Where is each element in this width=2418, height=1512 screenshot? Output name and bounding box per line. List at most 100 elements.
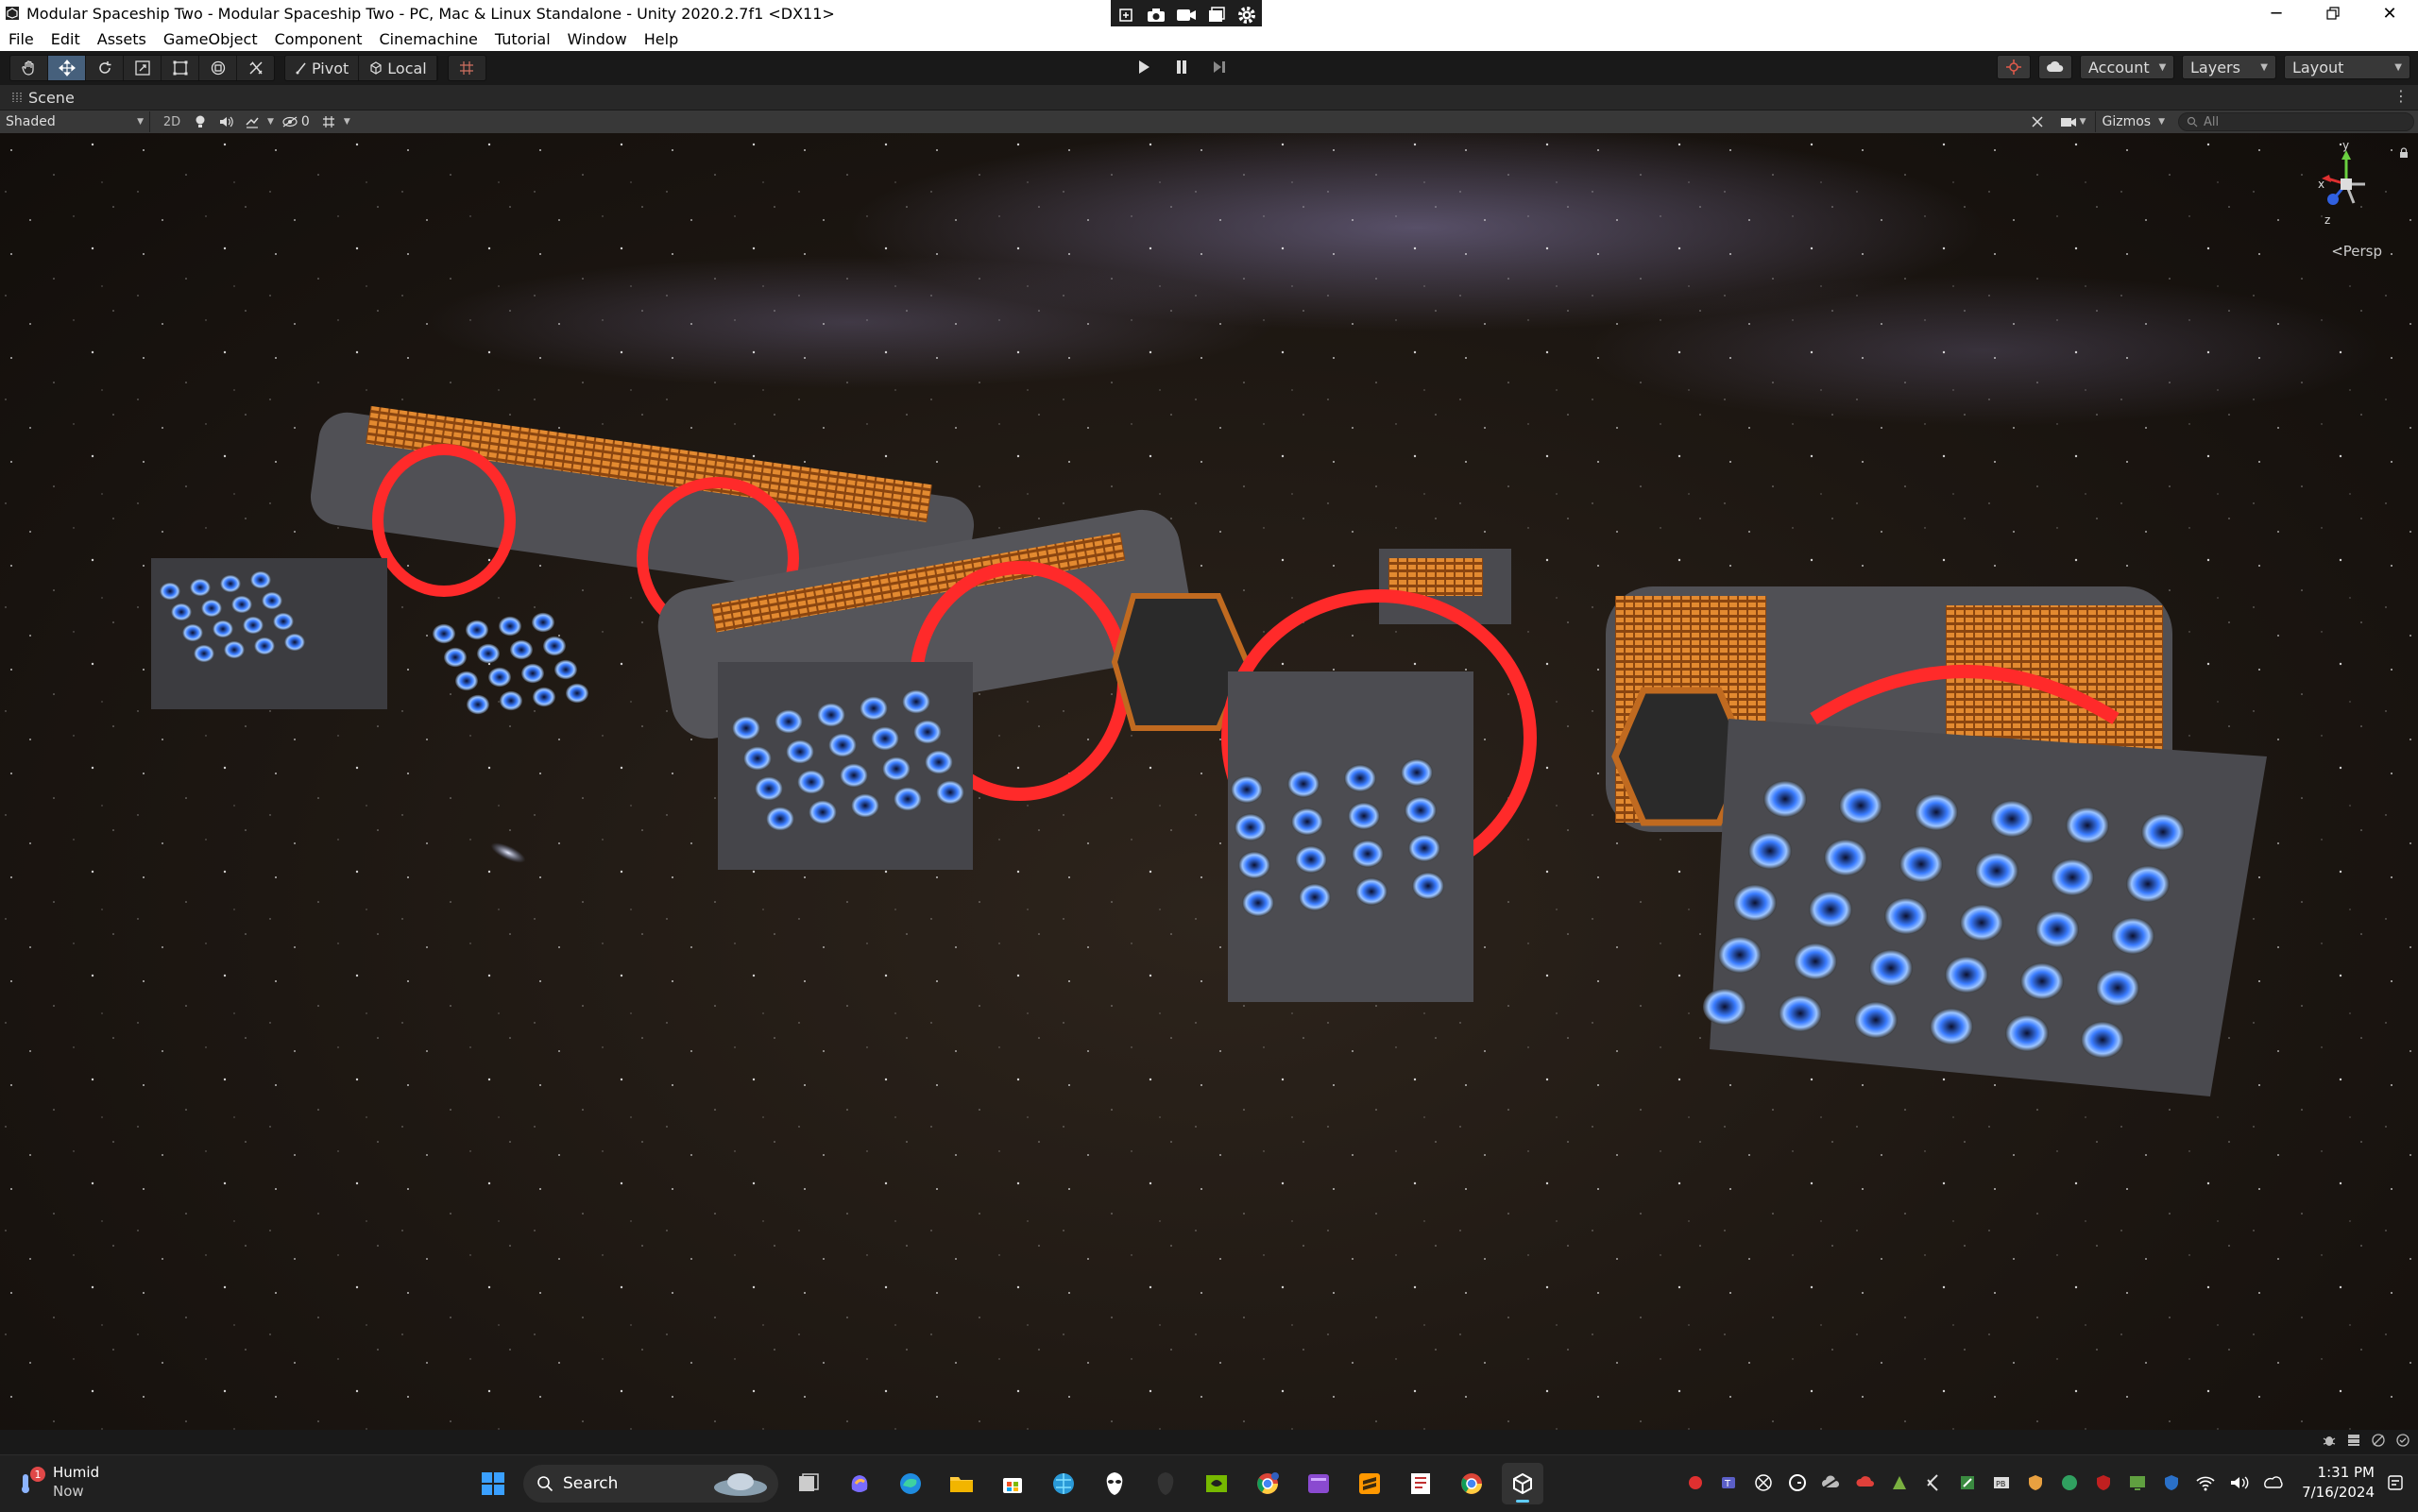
bug-icon[interactable] (2322, 1433, 2337, 1452)
thruster-nozzle (532, 612, 554, 633)
progress-check-icon[interactable] (2395, 1433, 2410, 1452)
rotate-tool-icon[interactable] (86, 56, 124, 80)
pivot-toggle[interactable]: Pivot (285, 56, 360, 80)
copilot-icon[interactable] (839, 1463, 880, 1504)
chevron-down-icon[interactable]: ▼ (342, 111, 352, 132)
snipping-icon[interactable] (1400, 1463, 1441, 1504)
vscode-icon[interactable] (1920, 1470, 1947, 1496)
maximize-icon[interactable] (2305, 0, 2361, 26)
menu-edit[interactable]: Edit (43, 30, 89, 48)
play-button[interactable] (1126, 55, 1162, 79)
audio-toggle-icon[interactable] (213, 111, 239, 132)
step-button[interactable] (1201, 55, 1237, 79)
notifications-icon[interactable] (2382, 1470, 2409, 1496)
scene-viewport[interactable]: y x z <Persp (0, 133, 2418, 1430)
account-dropdown[interactable]: Account ▼ (2080, 55, 2174, 79)
shading-mode-dropdown[interactable]: Shaded ▼ (0, 111, 150, 132)
orientation-gizmo[interactable]: y x z (2308, 139, 2384, 233)
hidden-objects-toggle[interactable]: 0 (276, 111, 315, 132)
nvidia-tray-icon[interactable]: PB (1988, 1470, 2015, 1496)
grid-snap-icon[interactable] (449, 56, 485, 80)
volume-icon[interactable] (2226, 1470, 2253, 1496)
hand-tool-icon[interactable] (10, 56, 48, 80)
teams-icon[interactable]: T (1716, 1470, 1743, 1496)
menu-tutorial[interactable]: Tutorial (486, 30, 559, 48)
display-icon[interactable] (2124, 1470, 2151, 1496)
grammarly-icon[interactable] (1784, 1470, 1811, 1496)
unity-icon[interactable] (1502, 1463, 1543, 1504)
grid-visibility-icon[interactable] (315, 111, 342, 132)
settings-icon[interactable] (1234, 2, 1260, 28)
gizmos-dropdown[interactable]: Gizmos ▼ (2095, 111, 2171, 132)
tab-scene[interactable]: Scene (0, 89, 75, 107)
scale-tool-icon[interactable] (124, 56, 162, 80)
defender-icon[interactable] (2158, 1470, 2185, 1496)
window-capture-icon[interactable] (1203, 2, 1230, 28)
camera-settings-icon[interactable]: ▼ (2054, 111, 2092, 132)
edge-icon[interactable] (890, 1463, 931, 1504)
creative-cloud-icon[interactable] (1852, 1470, 1879, 1496)
clock[interactable]: 1:31 PM 7/16/2024 (2302, 1463, 2375, 1503)
nvidia-icon[interactable] (1196, 1463, 1237, 1504)
os-taskbar: 1 Humid Now Search T PB 1:31 PM 7/16/202… (0, 1454, 2418, 1512)
browser-icon[interactable] (1043, 1463, 1084, 1504)
video-editor-icon[interactable] (1298, 1463, 1339, 1504)
2d-toggle[interactable]: 2D (156, 111, 188, 132)
xbox-icon[interactable] (1750, 1470, 1777, 1496)
move-tool-icon[interactable] (48, 56, 86, 80)
pause-button[interactable] (1164, 55, 1200, 79)
globe-icon[interactable] (2056, 1470, 2083, 1496)
more-options-icon[interactable]: ⋮ (2393, 87, 2409, 105)
menu-component[interactable]: Component (266, 30, 371, 48)
wifi-icon[interactable] (2192, 1470, 2219, 1496)
store-icon[interactable] (992, 1463, 1033, 1504)
menu-file[interactable]: File (0, 30, 43, 48)
alien-dark-icon[interactable] (1145, 1463, 1186, 1504)
menu-window[interactable]: Window (559, 30, 636, 48)
screenshot-icon[interactable] (1113, 2, 1139, 28)
layout-label: Layout (2292, 58, 2344, 76)
thruster-nozzle (732, 716, 760, 740)
close-icon[interactable]: ✕ (2361, 0, 2418, 26)
layout-dropdown[interactable]: Layout ▼ (2284, 55, 2410, 79)
mcafee-icon[interactable] (2090, 1470, 2117, 1496)
taskbar-search[interactable]: Search (523, 1465, 778, 1503)
record-icon[interactable] (1682, 1470, 1709, 1496)
menu-help[interactable]: Help (636, 30, 687, 48)
menu-cinemachine[interactable]: Cinemachine (370, 30, 485, 48)
projection-label[interactable]: <Persp (2331, 243, 2382, 260)
task-view-icon[interactable] (788, 1463, 829, 1504)
minimize-icon[interactable]: ─ (2248, 0, 2305, 26)
local-toggle[interactable]: Local (359, 56, 437, 80)
menu-assets[interactable]: Assets (89, 30, 155, 48)
cloud-icon[interactable] (2038, 55, 2072, 79)
file-explorer-icon[interactable] (941, 1463, 982, 1504)
windows-start-icon[interactable] (472, 1463, 514, 1504)
lock-icon[interactable] (2399, 144, 2409, 162)
effects-toggle-icon[interactable] (239, 111, 265, 132)
custom-tool-icon[interactable] (237, 56, 274, 80)
chrome-icon[interactable] (1451, 1463, 1492, 1504)
rect-tool-icon[interactable] (162, 56, 199, 80)
camera-icon[interactable] (1143, 2, 1169, 28)
lighting-toggle-icon[interactable] (188, 111, 213, 132)
battery-icon[interactable] (2260, 1470, 2287, 1496)
alienware-icon[interactable] (1094, 1463, 1135, 1504)
menu-gameobject[interactable]: GameObject (155, 30, 266, 48)
scene-search-input[interactable]: All (2178, 112, 2414, 131)
android-studio-icon[interactable] (1954, 1470, 1981, 1496)
auto-generate-lighting-icon[interactable] (2371, 1433, 2386, 1452)
collab-icon[interactable] (1997, 55, 2031, 79)
onedrive-icon[interactable] (1818, 1470, 1845, 1496)
transform-tool-icon[interactable] (199, 56, 237, 80)
video-icon[interactable] (1173, 2, 1200, 28)
chevron-down-icon[interactable]: ▼ (265, 111, 276, 132)
arrow-up-icon[interactable] (1886, 1470, 1913, 1496)
tools-icon[interactable] (2024, 111, 2051, 132)
chrome-profile-icon[interactable] (1247, 1463, 1288, 1504)
cache-server-icon[interactable] (2346, 1433, 2361, 1452)
shield-icon[interactable] (2022, 1470, 2049, 1496)
sublime-icon[interactable] (1349, 1463, 1390, 1504)
weather-widget[interactable]: 1 Humid Now (17, 1463, 99, 1501)
layers-dropdown[interactable]: Layers ▼ (2182, 55, 2276, 79)
